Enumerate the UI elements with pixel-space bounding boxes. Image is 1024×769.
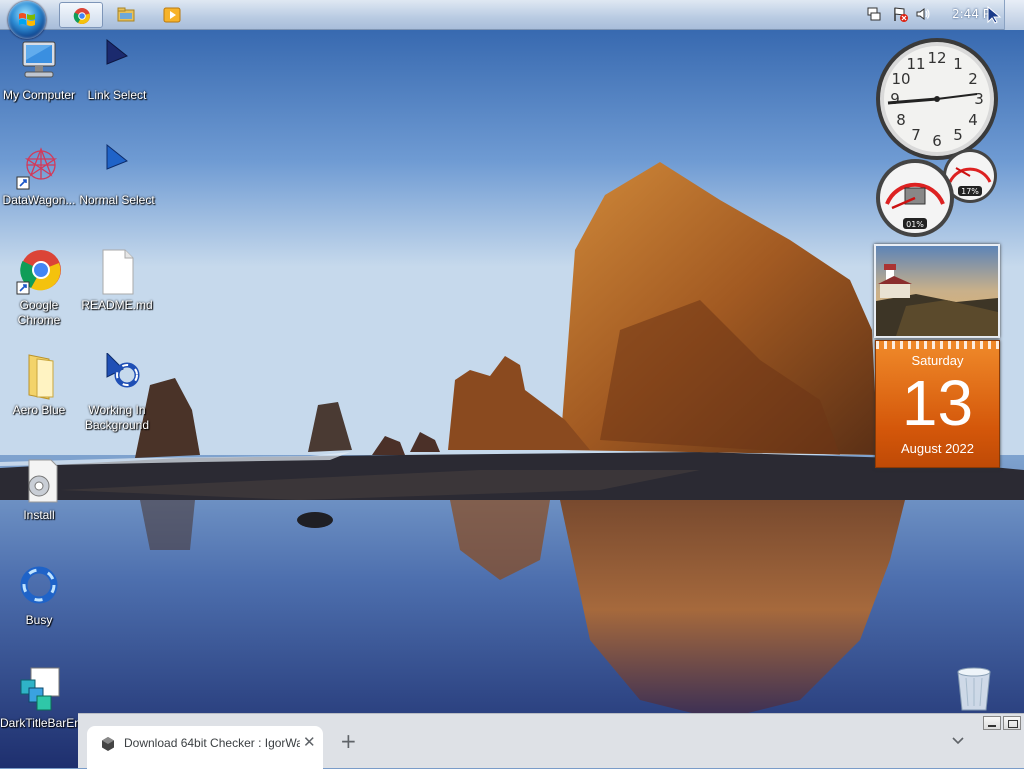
slideshow-gadget[interactable] bbox=[874, 244, 1000, 338]
tab-search-button[interactable] bbox=[952, 734, 964, 748]
busy-cursor-icon bbox=[106, 353, 140, 388]
igorware-favicon-icon bbox=[102, 737, 114, 751]
show-desktop-button[interactable] bbox=[987, 0, 1024, 30]
desktop-icon-my-computer[interactable]: My Computer bbox=[0, 38, 78, 103]
start-button[interactable] bbox=[8, 1, 46, 39]
lighthouse-photo bbox=[876, 246, 998, 336]
chrome-icon bbox=[16, 250, 61, 295]
minimize-button[interactable] bbox=[983, 716, 1001, 730]
windows-start-orb bbox=[19, 13, 35, 26]
desktop-icon-label: Working In Background bbox=[84, 403, 150, 432]
desktop-icon-datawagon[interactable]: DataWagon... bbox=[0, 143, 78, 208]
chevron-down-icon bbox=[952, 737, 964, 745]
desktop-icon-label: My Computer bbox=[2, 88, 76, 102]
new-tab-button[interactable]: + bbox=[340, 731, 357, 751]
calendar-weekday: Saturday bbox=[911, 353, 964, 368]
taskbar-clock[interactable]: 2:44 P bbox=[952, 7, 988, 21]
calendar-month-year: August 2022 bbox=[900, 441, 974, 456]
clock-numeral: 5 bbox=[953, 126, 963, 144]
memory-percent: 17% bbox=[961, 187, 979, 196]
clock-numeral: 3 bbox=[974, 90, 984, 108]
calendar-gadget[interactable]: Saturday 13 August 2022 bbox=[875, 340, 1000, 468]
installer-icon bbox=[28, 459, 58, 503]
desktop-icon-busy[interactable]: Busy bbox=[0, 563, 78, 628]
registry-icon bbox=[20, 667, 60, 711]
media-player-icon bbox=[163, 7, 181, 23]
explorer-taskbar-button[interactable] bbox=[104, 2, 148, 28]
desktop-icon-label: DarkTitleBarEnabler bbox=[0, 716, 108, 730]
chrome-window: Download 64bit Checker : IgorWare ✕ + bbox=[78, 713, 1024, 769]
desktop-icon-label: Install bbox=[23, 508, 55, 522]
clock-gadget[interactable]: 12 1 2 3 4 5 6 7 8 9 10 11 bbox=[874, 36, 1000, 162]
calendar-spiral bbox=[876, 341, 999, 349]
cpu-meter-gadget[interactable]: 01% 17% bbox=[874, 148, 1000, 238]
document-icon bbox=[102, 249, 134, 295]
restore-button[interactable] bbox=[1003, 716, 1021, 730]
desktop-icon-label: DataWagon... bbox=[2, 193, 76, 207]
cursor-icon bbox=[987, 6, 1002, 24]
desktop-icon-darktitlebarenabler[interactable]: DarkTitleBarEnabler bbox=[0, 666, 108, 731]
chrome-icon bbox=[73, 8, 90, 25]
desktop-icon-normal-select[interactable]: Normal Select bbox=[78, 143, 156, 208]
desktop-icon-label: Google Chrome bbox=[17, 298, 61, 327]
close-tab-button[interactable]: ✕ bbox=[303, 733, 316, 751]
desktop-icon-label: README.md bbox=[81, 298, 153, 312]
desktop-icon-label: Aero Blue bbox=[12, 403, 66, 417]
taskbar: 2:44 P bbox=[0, 0, 1024, 30]
volume-icon[interactable] bbox=[915, 6, 931, 22]
clock-numeral: 8 bbox=[896, 111, 906, 129]
desktop-icon-label: Busy bbox=[25, 613, 53, 627]
clock-numeral: 12 bbox=[927, 49, 946, 67]
action-center-flag-icon[interactable] bbox=[892, 6, 908, 22]
chrome-taskbar-button[interactable] bbox=[59, 2, 103, 28]
computer-icon bbox=[22, 41, 56, 78]
clock-numeral: 2 bbox=[968, 70, 978, 88]
cpu-percent: 01% bbox=[906, 220, 924, 229]
minimize-icon bbox=[988, 725, 996, 727]
clock-numeral: 1 bbox=[953, 55, 963, 73]
desktop-icon-link-select[interactable]: Link Select bbox=[78, 38, 156, 103]
cursor-icon bbox=[106, 143, 128, 170]
cursor-icon bbox=[106, 38, 128, 65]
desktop-icon-aero-blue[interactable]: Aero Blue bbox=[0, 353, 78, 418]
folder-icon bbox=[117, 7, 135, 22]
desktop-icon-label: Normal Select bbox=[79, 193, 155, 207]
tab-title: Download 64bit Checker : IgorWare bbox=[124, 736, 300, 750]
calendar-day-number: 13 bbox=[901, 367, 974, 439]
desktop-icon-install[interactable]: Install bbox=[0, 458, 78, 523]
desktop-icon-readme[interactable]: README.md bbox=[78, 248, 156, 313]
browser-tab[interactable]: Download 64bit Checker : IgorWare ✕ bbox=[87, 726, 323, 769]
folder-icon bbox=[28, 354, 54, 400]
media-player-taskbar-button[interactable] bbox=[150, 2, 194, 28]
clock-numeral: 11 bbox=[906, 55, 925, 73]
recycle-bin-icon bbox=[957, 667, 991, 711]
network-icon[interactable] bbox=[866, 6, 882, 22]
clock-numeral: 9 bbox=[890, 90, 900, 108]
busy-ring-icon bbox=[20, 566, 58, 604]
clock-numeral: 7 bbox=[911, 126, 921, 144]
desktop-icon-label: Link Select bbox=[87, 88, 147, 102]
datawagon-icon bbox=[16, 147, 58, 190]
clock-numeral: 4 bbox=[968, 111, 978, 129]
desktop-icon-google-chrome[interactable]: Google Chrome bbox=[0, 248, 78, 328]
recycle-bin[interactable] bbox=[954, 666, 994, 712]
restore-icon bbox=[1008, 720, 1018, 728]
desktop-icon-working-in-background[interactable]: Working In Background bbox=[78, 353, 156, 433]
